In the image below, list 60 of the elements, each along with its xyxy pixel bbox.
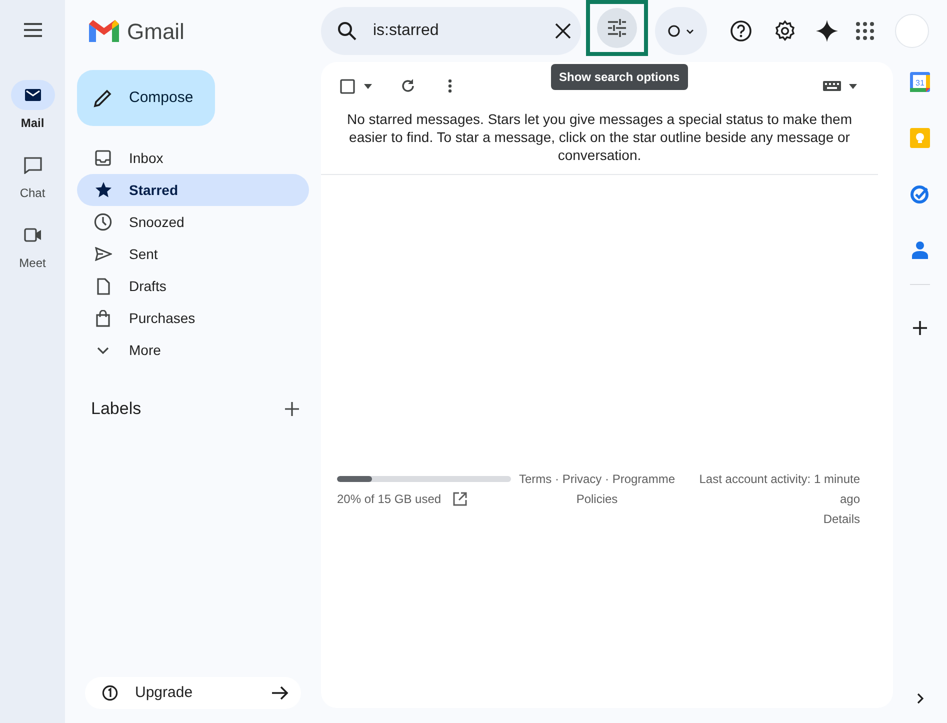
- storage-text: 20% of 15 GB used: [337, 491, 442, 508]
- empty-message: No starred messages. Stars let you give messages a special status to make them easier to find. To star a message, click on the star outline beside any message or conversation.: [346, 110, 853, 164]
- inbox-icon: [95, 150, 111, 166]
- tooltip: Show search options: [551, 64, 688, 90]
- close-icon[interactable]: [555, 23, 571, 39]
- pencil-icon: [93, 88, 113, 108]
- policy-links[interactable]: Terms · Privacy · Programme Policies: [517, 469, 677, 529]
- nav-item[interactable]: Inbox: [77, 142, 309, 174]
- compose-button[interactable]: Compose: [77, 70, 215, 126]
- keyboard-icon[interactable]: [823, 81, 841, 91]
- shopping-bag-icon: [96, 310, 110, 326]
- search-options-button[interactable]: [597, 8, 637, 48]
- chevron-right-icon[interactable]: [916, 693, 924, 704]
- nav-item[interactable]: More: [77, 334, 309, 366]
- caret-icon[interactable]: [364, 84, 372, 88]
- sparkle-icon[interactable]: [816, 20, 838, 42]
- arrow-right-icon: [271, 685, 289, 701]
- checkbox[interactable]: [340, 78, 355, 94]
- calendar-icon[interactable]: 31: [910, 72, 930, 92]
- nav-item[interactable]: Drafts: [77, 270, 309, 302]
- nav-item[interactable]: Sent: [77, 238, 309, 270]
- status-button[interactable]: [655, 7, 707, 55]
- sliders-icon: [607, 19, 627, 37]
- app-rail-item[interactable]: Meet: [10, 220, 54, 272]
- number-one-icon: [102, 685, 118, 701]
- search-field[interactable]: is:starred: [321, 7, 581, 55]
- gmail-logo-icon: [87, 18, 121, 44]
- mail-icon: [24, 89, 40, 101]
- apps-grid-icon[interactable]: [856, 22, 874, 40]
- caret-icon: [686, 28, 694, 34]
- check-circle-icon[interactable]: [910, 184, 930, 204]
- send-icon: [94, 247, 112, 261]
- details-link[interactable]: Details: [823, 509, 860, 529]
- labels-heading: Labels: [91, 398, 142, 420]
- video-camera-icon: [24, 228, 42, 242]
- caret-icon[interactable]: [849, 84, 857, 88]
- search-icon: [337, 21, 357, 41]
- search-input[interactable]: is:starred: [373, 19, 555, 43]
- star-icon: [94, 182, 112, 198]
- upgrade-button[interactable]: Upgrade: [85, 677, 301, 709]
- settings-icon[interactable]: [774, 20, 796, 42]
- more-vertical-icon[interactable]: [448, 79, 452, 93]
- nav-item[interactable]: Purchases: [77, 302, 309, 334]
- chevron-down-icon: [97, 346, 109, 354]
- circle-icon: [668, 25, 680, 37]
- app-rail-item[interactable]: Chat: [10, 150, 54, 202]
- file-icon: [96, 278, 110, 294]
- external-link-icon[interactable]: [453, 492, 468, 506]
- help-icon[interactable]: [730, 20, 752, 42]
- plus-icon[interactable]: [285, 402, 299, 416]
- account-activity: Last account activity: 1 minute ago: [698, 471, 860, 508]
- chat-bubble-icon: [24, 156, 42, 174]
- nav-item[interactable]: Snoozed: [77, 206, 309, 238]
- clock-icon: [94, 213, 112, 231]
- nav-item[interactable]: Starred: [77, 174, 309, 206]
- refresh-icon[interactable]: [401, 79, 415, 93]
- plus-icon[interactable]: [913, 321, 927, 335]
- gmail-logo-text: Gmail: [127, 18, 184, 46]
- person-icon[interactable]: [912, 241, 928, 259]
- menu-icon[interactable]: [22, 20, 44, 40]
